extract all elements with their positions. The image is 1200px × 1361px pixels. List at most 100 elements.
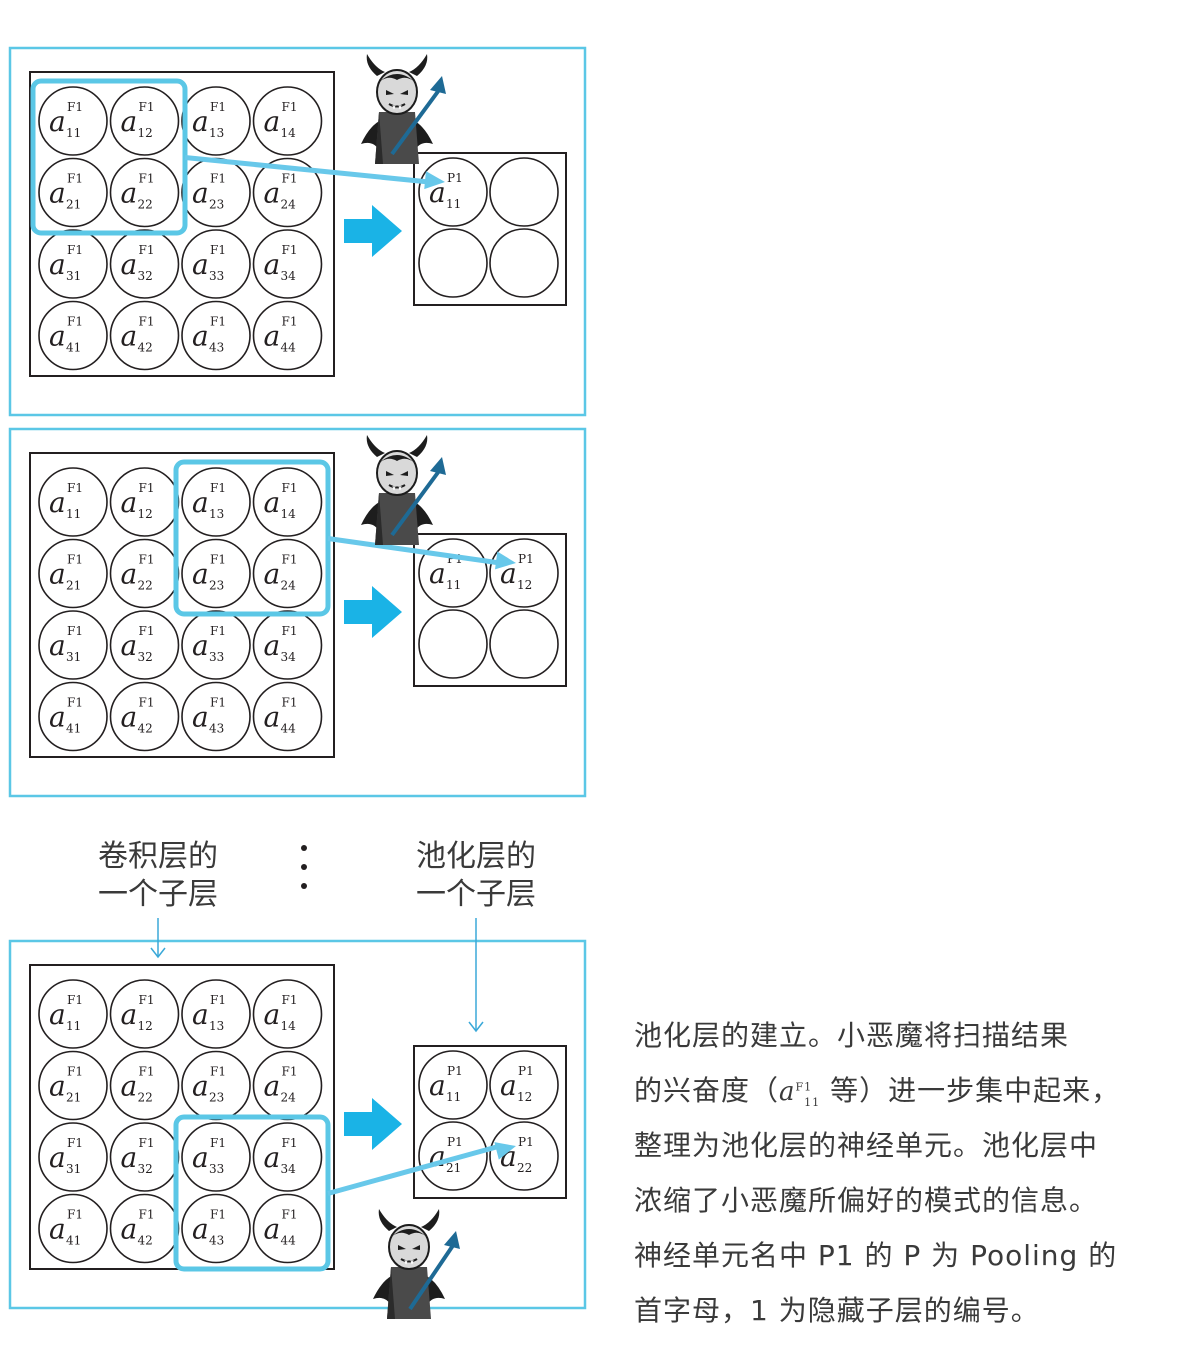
- neuron-subscript: 24: [281, 198, 297, 212]
- neuron-superscript: F1: [139, 100, 155, 114]
- pool-sublayer-label-line1: 池化层的: [416, 839, 536, 874]
- neuron-subscript: 12: [138, 507, 153, 521]
- neuron-subscript: 32: [138, 269, 153, 283]
- neuron-symbol: a: [192, 486, 209, 519]
- neuron-symbol: a: [121, 177, 138, 210]
- conv-neuron-23: a F1 23: [181, 1050, 251, 1121]
- neuron-subscript: 21: [66, 579, 81, 593]
- caption-line-2: 的兴奋度（aF1 11 等）进一步集中起来，: [634, 1063, 1200, 1118]
- neuron-symbol: a: [49, 998, 66, 1031]
- neuron-symbol: a: [192, 105, 209, 138]
- vertical-ellipsis-icon: [301, 845, 307, 889]
- neuron-subscript: 44: [281, 722, 297, 736]
- caption-line-5: 神经单元名中 P1 的 P 为 Pooling 的: [634, 1239, 1118, 1272]
- pool-neuron-empty: [418, 609, 488, 679]
- neuron-superscript: F1: [139, 1136, 155, 1150]
- conv-neuron-42: a F1 42: [109, 1193, 180, 1264]
- neuron-subscript: 23: [209, 1091, 224, 1105]
- neuron-subscript: 11: [66, 1019, 81, 1033]
- conv-neuron-32: a F1 32: [109, 229, 180, 299]
- devil-icon: [360, 434, 446, 546]
- neuron-subscript: 33: [209, 650, 224, 664]
- pooling-sublayer-grid: a P111 a P1 12: [413, 533, 567, 687]
- caption-line-2-after: 等）进一步集中起来，: [830, 1074, 1121, 1107]
- conv-neuron-42: a F1 42: [109, 681, 180, 752]
- neuron-subscript: 14: [281, 126, 297, 140]
- neuron-subscript: 13: [209, 507, 224, 521]
- neuron-subscript: 31: [66, 269, 81, 283]
- neuron-subscript: 13: [209, 126, 224, 140]
- conv-neuron-33: a F1 33: [181, 610, 251, 680]
- conv-neuron-12: a F1 12: [109, 467, 180, 537]
- neuron-superscript: F1: [210, 315, 226, 329]
- conv-neuron-31: a F1 31: [38, 229, 108, 299]
- pool-neuron-21: a P1 21: [418, 1121, 488, 1191]
- neuron-symbol: a: [192, 320, 209, 353]
- neuron-subscript: 14: [281, 1019, 297, 1033]
- pool-sublayer-label-line2: 一个子层: [416, 877, 536, 912]
- conv-neuron-14: a F1 14: [252, 979, 323, 1049]
- conv-neuron-43: a F1 43: [181, 300, 251, 371]
- neuron-superscript: F1: [282, 315, 298, 329]
- neuron-subscript: 34: [281, 269, 297, 283]
- neuron-symbol: a: [49, 248, 66, 281]
- neuron-subscript: 24: [281, 1091, 297, 1105]
- caption-line-2-before: 的兴奋度（: [634, 1074, 780, 1107]
- neuron-symbol: a: [49, 177, 66, 210]
- neuron-subscript: 31: [66, 1162, 81, 1176]
- neuron-symbol: a: [264, 177, 281, 210]
- conv-neuron-33: a F1 33: [181, 229, 251, 299]
- pooling-sublayer-grid: a P111: [413, 152, 567, 306]
- neuron-superscript: F1: [210, 553, 226, 567]
- neuron-subscript: 22: [138, 198, 153, 212]
- neuron-superscript: F1: [282, 481, 298, 495]
- neuron-superscript: F1: [139, 1208, 155, 1222]
- pool-neuron-11: a P111: [418, 538, 488, 608]
- conv-label-down-arrow-icon: [150, 918, 166, 959]
- neuron-subscript: 21: [66, 1091, 81, 1105]
- neuron-symbol: a: [49, 1213, 66, 1246]
- neuron-symbol: a: [192, 248, 209, 281]
- neuron-symbol: a: [121, 558, 138, 591]
- conv-neuron-12: a F1 12: [109, 979, 180, 1049]
- conv-neuron-22: a F1 22: [109, 157, 180, 228]
- conv-neuron-14: a F1 14: [252, 467, 323, 537]
- neuron-subscript: 32: [138, 1162, 153, 1176]
- neuron-superscript: F1: [67, 1136, 83, 1150]
- neuron-superscript: F1: [282, 172, 298, 186]
- neuron-superscript: P1: [447, 171, 463, 185]
- neuron-superscript: F1: [67, 481, 83, 495]
- conv-neuron-13: a F1 13: [181, 979, 251, 1049]
- neuron-superscript: F1: [282, 1065, 298, 1079]
- conv-neuron-11: a F1 11: [38, 86, 108, 156]
- neuron-superscript: F1: [67, 696, 83, 710]
- neuron-subscript: 22: [517, 1161, 532, 1175]
- pool-sublayer-label: 池化层的 一个子层: [416, 839, 536, 912]
- neuron-superscript: P1: [518, 552, 534, 566]
- neuron-symbol: a: [121, 320, 138, 353]
- neuron-superscript: F1: [139, 243, 155, 257]
- neuron-superscript: F1: [67, 100, 83, 114]
- neuron-symbol: a: [121, 701, 138, 734]
- neuron-subscript: 31: [66, 650, 81, 664]
- neuron-superscript: F1: [67, 993, 83, 1007]
- neuron-superscript: F1: [210, 696, 226, 710]
- neuron-symbol: a: [121, 1141, 138, 1174]
- neuron-superscript: F1: [210, 243, 226, 257]
- neuron-symbol: a: [192, 1070, 209, 1103]
- pool-neuron-empty: [489, 609, 559, 679]
- neuron-superscript: F1: [139, 315, 155, 329]
- neuron-subscript: 13: [209, 1019, 224, 1033]
- conv-neuron-32: a F1 32: [109, 1122, 180, 1192]
- neuron-superscript: F1: [282, 696, 298, 710]
- neuron-subscript: 43: [209, 1234, 224, 1248]
- conv-neuron-42: a F1 42: [109, 300, 180, 371]
- caption-line-3: 整理为池化层的神经单元。池化层中: [634, 1129, 1099, 1162]
- conv-sublayer-label: 卷积层的 一个子层: [98, 839, 218, 912]
- neuron-subscript: 33: [209, 269, 224, 283]
- neuron-subscript: 33: [209, 1162, 224, 1176]
- conv-neuron-23: a F1 23: [181, 157, 251, 228]
- neuron-symbol: a: [192, 1213, 209, 1246]
- neuron-subscript: 41: [66, 722, 81, 736]
- right-arrow-icon: [344, 1098, 402, 1150]
